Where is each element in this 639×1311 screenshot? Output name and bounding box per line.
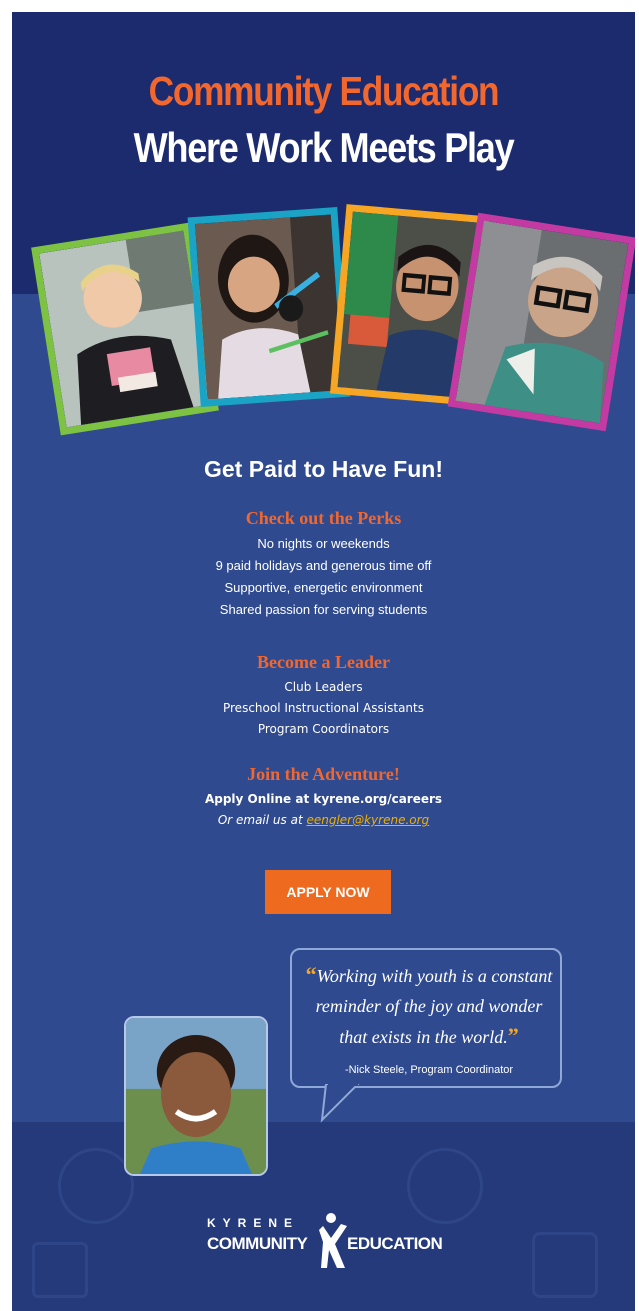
box-doodle-icon (532, 1232, 598, 1298)
quote-attribution: -Nick Steele, Program Coordinator (344, 1064, 514, 1076)
apply-online-text: Apply Online at kyrene.org/careers (204, 792, 443, 806)
flyer: Community Education Where Work Meets Pla… (12, 12, 635, 1311)
leader-item: Club Leaders (284, 680, 363, 694)
quote-text: “Working with youth is a constant remind… (302, 960, 556, 1052)
target-doodle-icon (58, 1148, 134, 1224)
logo-education: EDUCATION (347, 1234, 443, 1253)
photo-child-smiling (447, 212, 635, 432)
headline: Get Paid to Have Fun! (204, 456, 443, 482)
perks-section: Check out the Perks No nights or weekend… (12, 508, 635, 621)
quote-line-1: Working with youth is a constant (316, 966, 553, 986)
leader-item: Preschool Instructional Assistants (222, 701, 424, 715)
quote-line-3: that exists in the world. (339, 1027, 508, 1047)
portrait-photo (124, 1016, 268, 1176)
perk-item: Supportive, energetic environment (224, 580, 423, 595)
apply-now-button[interactable]: APPLY NOW (265, 870, 391, 914)
title-line-2: Where Work Meets Play (133, 124, 515, 171)
email-prefix: Or email us at (217, 813, 307, 827)
logo-figure-icon (319, 1213, 347, 1268)
join-title: Join the Adventure! (247, 764, 400, 784)
quote-line-2: reminder of the joy and wonder (315, 996, 543, 1016)
join-section: Join the Adventure! Apply Online at kyre… (12, 764, 635, 831)
email-link[interactable]: eengler@kyrene.org (306, 813, 429, 827)
title-line-1: Community Education (148, 68, 500, 114)
close-quote-icon: ” (507, 1023, 519, 1048)
leader-title: Become a Leader (257, 652, 390, 672)
email-line: Or email us at eengler@kyrene.org (12, 810, 635, 831)
box-doodle-icon (32, 1242, 88, 1298)
logo-community: COMMUNITY (207, 1234, 308, 1253)
open-quote-icon: “ (305, 962, 317, 987)
perk-item: Shared passion for serving students (219, 602, 428, 617)
speech-tail-icon (320, 1084, 360, 1123)
leader-item: Program Coordinators (257, 722, 390, 736)
logo-kyrene: KYRENE (207, 1216, 300, 1230)
kyrene-logo: KYRENE COMMUNITY EDUCATION (207, 1212, 477, 1276)
perks-title: Check out the Perks (245, 508, 402, 528)
perk-item: 9 paid holidays and generous time off (215, 558, 432, 573)
perk-item: No nights or weekends (257, 536, 390, 551)
leader-section: Become a Leader Club Leaders Preschool I… (12, 652, 635, 740)
photo-girl-with-craft (187, 206, 351, 408)
